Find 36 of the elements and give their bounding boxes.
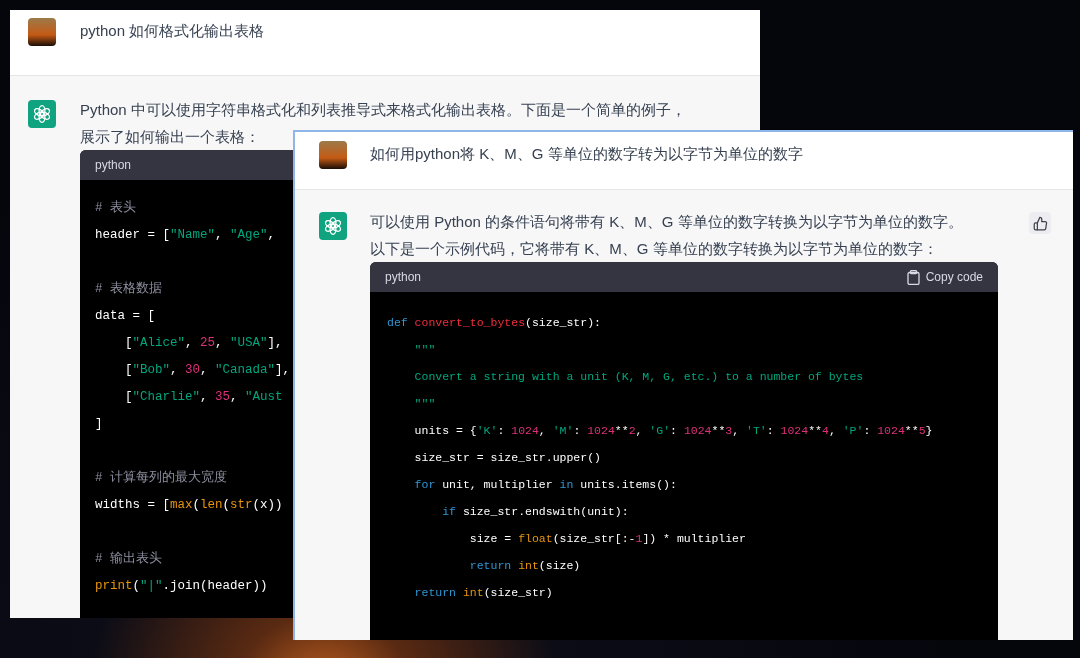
code-line: """ [413,342,436,358]
code-line: ] [95,416,103,433]
code-line: size_str = size_str.upper() [413,450,601,466]
code-line: size = float(size_str[:-1]) * multiplier [468,531,746,547]
code-line: print("|".join(header)) [95,578,268,595]
code-line: # 计算每列的最大宽度 [95,469,227,487]
assistant-message: Python 中可以使用字符串格式化和列表推导式来格式化输出表格。下面是一个简单的例子，展示了如何输出一个表格： [80,100,687,146]
code-language-label: python [385,269,422,286]
code-line: ["Charlie", 35, "Aust [124,389,283,406]
code-line: def convert_to_bytes(size_str): [387,315,601,331]
knot-logo-icon [28,100,56,128]
code-line: ["Alice", 25, "USA"], [124,335,283,352]
knot-logo-icon [319,212,347,240]
code-line: """ [413,396,436,412]
code-line: units = {'K': 1024, 'M': 1024**2, 'G': 1024**3, 'T': 1024**4, 'P': 1024**5} [413,423,933,439]
code-line: ["Bob", 30, "Canada"], [124,362,291,379]
code-line: for unit, multiplier in units.items(): [413,477,677,493]
clipboard-icon [906,269,920,285]
code-line: if size_str.endswith(unit): [441,504,629,520]
user-message: 如何用python将 K、M、G 等单位的数字转为以字节为单位的数字 [370,144,803,164]
code-line: Convert a string with a unit (K, M, G, etc.) to a number of bytes [413,369,864,385]
code-language-label: python [95,157,132,174]
code-line: widths = [max(len(str(x)) [95,497,283,514]
avatar-photo-placeholder [319,141,347,169]
avatar-photo-placeholder [28,18,56,46]
code-line: # 表头 [95,199,136,217]
code-line: data = [ [95,308,155,325]
thumbs-up-icon[interactable] [1029,212,1051,234]
copy-code-button[interactable]: Copy code [906,268,983,286]
assistant-message: 可以使用 Python 的条件语句将带有 K、M、G 等单位的数字转换为以字节为单位的数字。以下是一个示例代码，它将带有 K、M、G 等单位的数字转换为以字节为单位的数字： [370,212,964,259]
code-line: header = ["Name", "Age", [95,227,276,244]
code-line: return int(size) [468,558,581,574]
code-line: # 表格数据 [95,280,162,298]
code-line: return int(size_str) [413,585,553,601]
code-line: # 输出表头 [95,550,162,568]
user-message: python 如何格式化输出表格 [80,21,265,41]
